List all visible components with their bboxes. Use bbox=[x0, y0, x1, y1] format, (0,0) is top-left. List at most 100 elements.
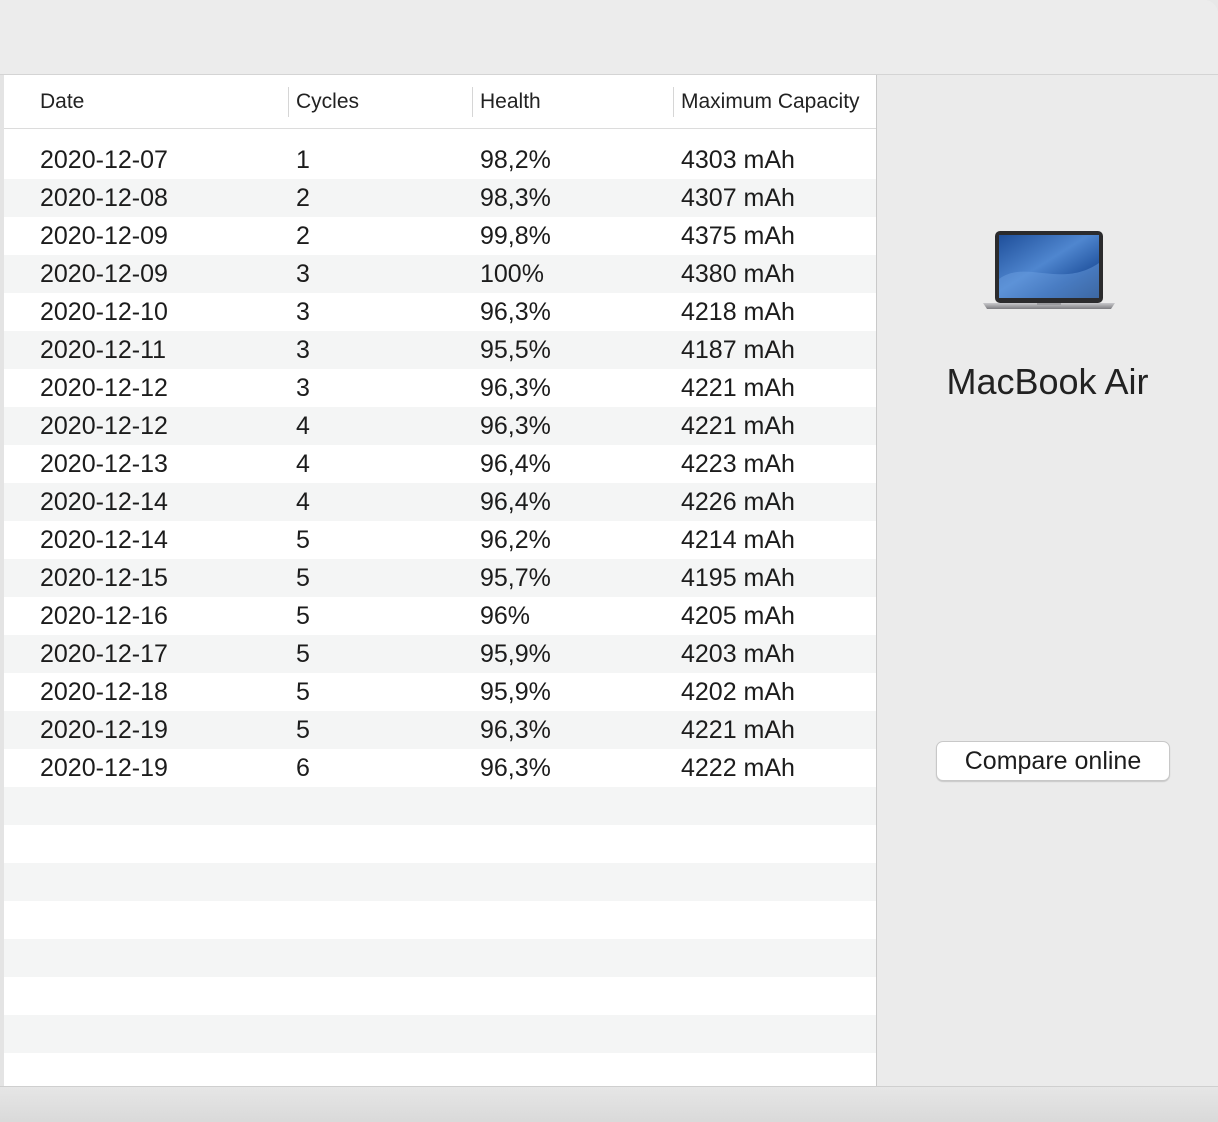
cell-cycles: 5 bbox=[296, 716, 310, 744]
table-row[interactable]: 2020-12-14 4 96,4% 4226 mAh bbox=[4, 483, 876, 521]
cell-cycles: 5 bbox=[296, 564, 310, 592]
cell-health: 96,3% bbox=[480, 374, 551, 402]
device-sidebar: MacBook Air Compare online bbox=[877, 75, 1218, 1086]
cell-date: 2020-12-10 bbox=[40, 298, 168, 326]
cell-health: 96,3% bbox=[480, 754, 551, 782]
empty-row-stripe bbox=[4, 1015, 876, 1053]
table-row[interactable]: 2020-12-10 3 96,3% 4218 mAh bbox=[4, 293, 876, 331]
cell-health: 99,8% bbox=[480, 222, 551, 250]
cell-date: 2020-12-11 bbox=[40, 336, 167, 364]
cell-cycles: 3 bbox=[296, 298, 310, 326]
table-row[interactable]: 2020-12-07 1 98,2% 4303 mAh bbox=[4, 141, 876, 179]
cell-cycles: 4 bbox=[296, 488, 310, 516]
battery-history-table[interactable]: Date Cycles Health Maximum Capacity 2020… bbox=[4, 75, 876, 1086]
cell-maximum-capacity: 4214 mAh bbox=[681, 526, 795, 554]
cell-date: 2020-12-07 bbox=[40, 146, 168, 174]
table-body: 2020-12-07 1 98,2% 4303 mAh 2020-12-08 2 98,3%… bbox=[4, 141, 876, 787]
column-header-date[interactable]: Date bbox=[40, 75, 288, 128]
cell-maximum-capacity: 4223 mAh bbox=[681, 450, 795, 478]
cell-cycles: 3 bbox=[296, 336, 310, 364]
empty-row-stripe bbox=[4, 825, 876, 863]
window-titlebar[interactable] bbox=[0, 0, 1218, 75]
compare-online-button[interactable]: Compare online bbox=[936, 741, 1170, 781]
cell-cycles: 2 bbox=[296, 184, 310, 212]
cell-date: 2020-12-19 bbox=[40, 716, 168, 744]
cell-maximum-capacity: 4221 mAh bbox=[681, 412, 795, 440]
cell-maximum-capacity: 4221 mAh bbox=[681, 716, 795, 744]
cell-health: 96,3% bbox=[480, 412, 551, 440]
table-row[interactable]: 2020-12-16 5 96% 4205 mAh bbox=[4, 597, 876, 635]
empty-row-stripe bbox=[4, 1053, 876, 1086]
macbook-laptop-icon bbox=[983, 231, 1115, 309]
cell-date: 2020-12-09 bbox=[40, 260, 168, 288]
cell-maximum-capacity: 4218 mAh bbox=[681, 298, 795, 326]
table-row[interactable]: 2020-12-09 3 100% 4380 mAh bbox=[4, 255, 876, 293]
app-window: Date Cycles Health Maximum Capacity 2020… bbox=[0, 0, 1218, 1122]
table-row[interactable]: 2020-12-18 5 95,9% 4202 mAh bbox=[4, 673, 876, 711]
column-separator[interactable] bbox=[288, 87, 289, 117]
cell-health: 100% bbox=[480, 260, 544, 288]
cell-health: 96,4% bbox=[480, 450, 551, 478]
cell-cycles: 5 bbox=[296, 526, 310, 554]
cell-maximum-capacity: 4380 mAh bbox=[681, 260, 795, 288]
cell-health: 95,9% bbox=[480, 678, 551, 706]
cell-maximum-capacity: 4222 mAh bbox=[681, 754, 795, 782]
table-row[interactable]: 2020-12-08 2 98,3% 4307 mAh bbox=[4, 179, 876, 217]
cell-cycles: 4 bbox=[296, 450, 310, 478]
cell-health: 96,2% bbox=[480, 526, 551, 554]
column-header-cycles[interactable]: Cycles bbox=[296, 75, 470, 128]
empty-row-stripe bbox=[4, 863, 876, 901]
cell-date: 2020-12-14 bbox=[40, 488, 168, 516]
cell-maximum-capacity: 4307 mAh bbox=[681, 184, 795, 212]
table-row[interactable]: 2020-12-15 5 95,7% 4195 mAh bbox=[4, 559, 876, 597]
cell-health: 96,3% bbox=[480, 716, 551, 744]
device-name: MacBook Air bbox=[946, 361, 1149, 402]
column-separator[interactable] bbox=[472, 87, 473, 117]
table-row[interactable]: 2020-12-19 6 96,3% 4222 mAh bbox=[4, 749, 876, 787]
cell-maximum-capacity: 4375 mAh bbox=[681, 222, 795, 250]
cell-maximum-capacity: 4203 mAh bbox=[681, 640, 795, 668]
cell-maximum-capacity: 4202 mAh bbox=[681, 678, 795, 706]
cell-health: 95,5% bbox=[480, 336, 551, 364]
cell-maximum-capacity: 4205 mAh bbox=[681, 602, 795, 630]
cell-date: 2020-12-13 bbox=[40, 450, 168, 478]
cell-maximum-capacity: 4195 mAh bbox=[681, 564, 795, 592]
cell-maximum-capacity: 4303 mAh bbox=[681, 146, 795, 174]
cell-maximum-capacity: 4221 mAh bbox=[681, 374, 795, 402]
cell-date: 2020-12-12 bbox=[40, 412, 168, 440]
cell-cycles: 1 bbox=[296, 146, 310, 174]
window-bottom-bar bbox=[0, 1086, 1218, 1122]
empty-row-stripe bbox=[4, 977, 876, 1015]
table-row[interactable]: 2020-12-11 3 95,5% 4187 mAh bbox=[4, 331, 876, 369]
cell-health: 98,2% bbox=[480, 146, 551, 174]
cell-date: 2020-12-15 bbox=[40, 564, 168, 592]
column-header-maximum-capacity[interactable]: Maximum Capacity bbox=[681, 75, 876, 128]
cell-cycles: 5 bbox=[296, 678, 310, 706]
table-row[interactable]: 2020-12-13 4 96,4% 4223 mAh bbox=[4, 445, 876, 483]
table-row[interactable]: 2020-12-09 2 99,8% 4375 mAh bbox=[4, 217, 876, 255]
table-row[interactable]: 2020-12-17 5 95,9% 4203 mAh bbox=[4, 635, 876, 673]
cell-maximum-capacity: 4226 mAh bbox=[681, 488, 795, 516]
cell-cycles: 5 bbox=[296, 640, 310, 668]
cell-cycles: 6 bbox=[296, 754, 310, 782]
cell-cycles: 5 bbox=[296, 602, 310, 630]
cell-cycles: 4 bbox=[296, 412, 310, 440]
cell-health: 95,7% bbox=[480, 564, 551, 592]
table-row[interactable]: 2020-12-12 3 96,3% 4221 mAh bbox=[4, 369, 876, 407]
cell-date: 2020-12-08 bbox=[40, 184, 168, 212]
table-row[interactable]: 2020-12-19 5 96,3% 4221 mAh bbox=[4, 711, 876, 749]
cell-cycles: 3 bbox=[296, 374, 310, 402]
empty-row-stripe bbox=[4, 787, 876, 825]
empty-row-stripe bbox=[4, 939, 876, 977]
cell-health: 96% bbox=[480, 602, 531, 630]
empty-row-stripe bbox=[4, 901, 876, 939]
column-separator[interactable] bbox=[673, 87, 674, 117]
cell-date: 2020-12-16 bbox=[40, 602, 168, 630]
table-row[interactable]: 2020-12-12 4 96,3% 4221 mAh bbox=[4, 407, 876, 445]
cell-cycles: 3 bbox=[296, 260, 310, 288]
table-row[interactable]: 2020-12-14 5 96,2% 4214 mAh bbox=[4, 521, 876, 559]
cell-date: 2020-12-09 bbox=[40, 222, 168, 250]
cell-health: 96,3% bbox=[480, 298, 551, 326]
column-header-health[interactable]: Health bbox=[480, 75, 670, 128]
cell-health: 95,9% bbox=[480, 640, 551, 668]
